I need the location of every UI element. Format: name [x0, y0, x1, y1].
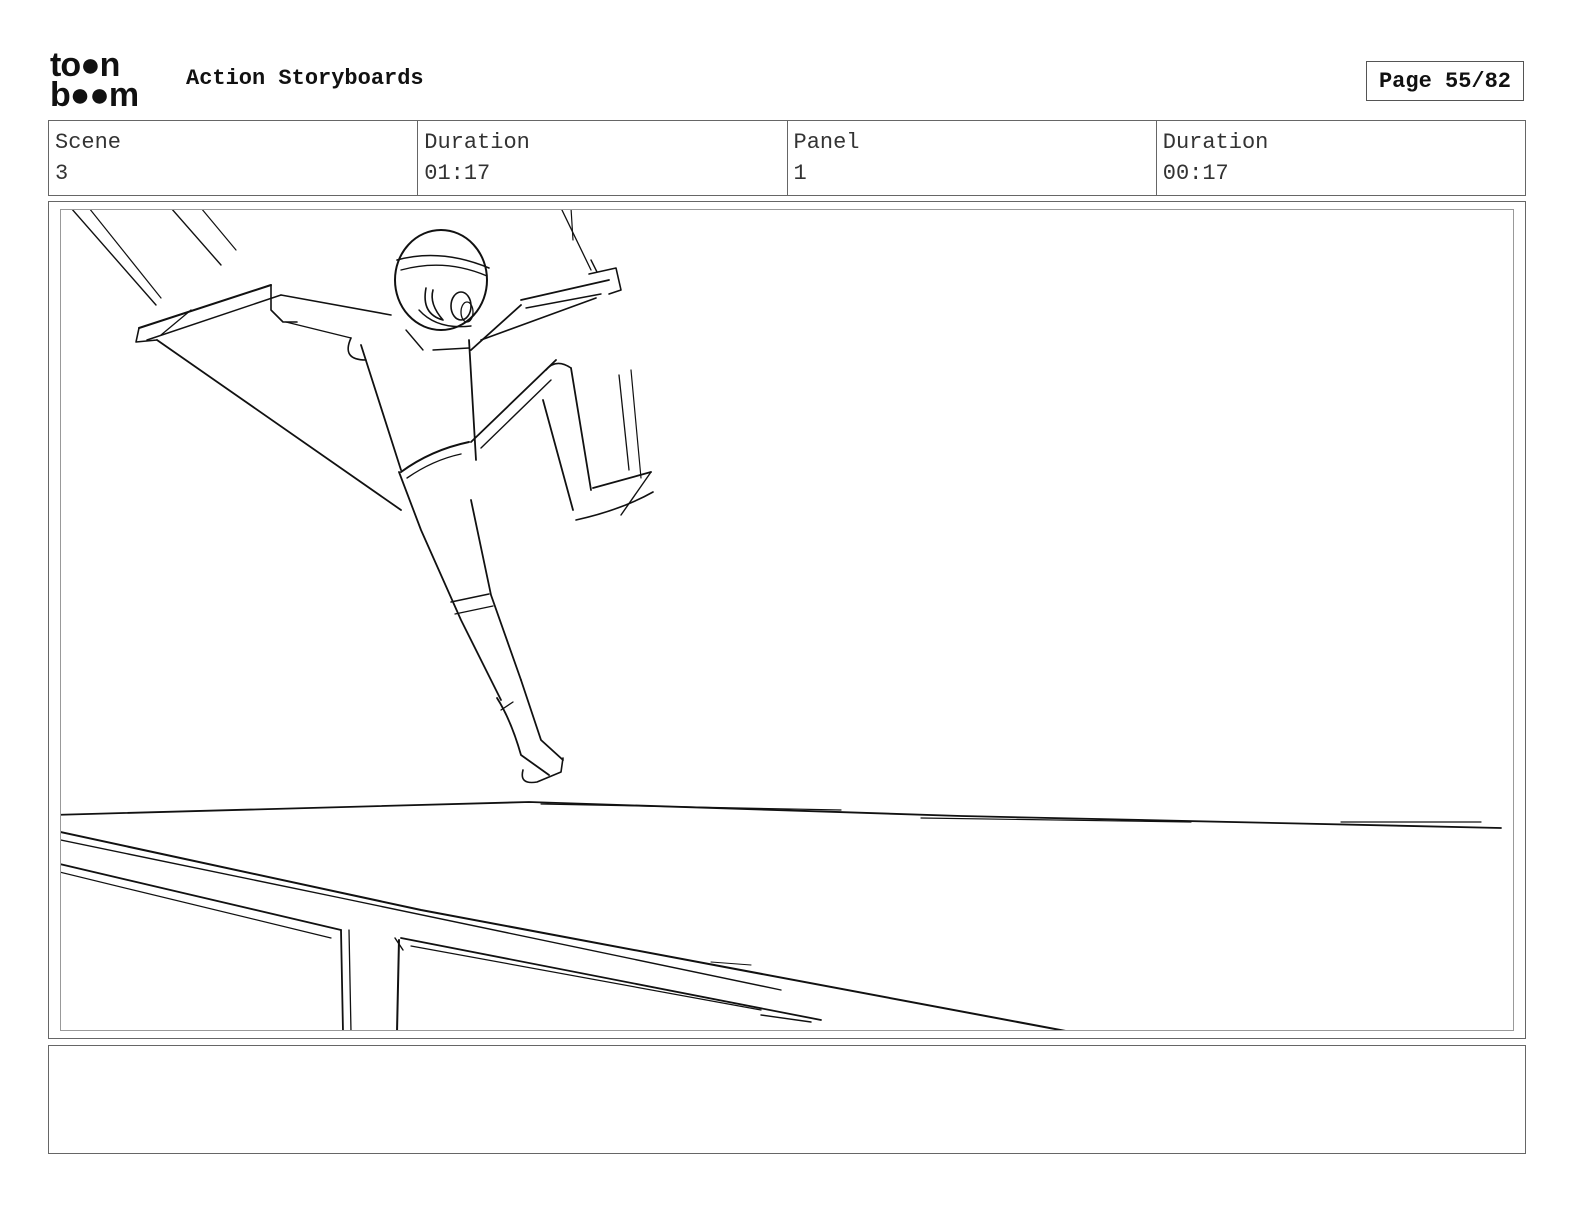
- page-indicator: Page 55/82: [1366, 61, 1524, 101]
- panel-duration-value: 00:17: [1162, 161, 1229, 186]
- toonboom-logo: to●n b●●m: [50, 48, 166, 114]
- panel-notes-box: [48, 1045, 1526, 1154]
- panel-value: 1: [793, 161, 807, 186]
- panel-cell: Panel 1: [788, 121, 1157, 195]
- app-title: Action Storyboards: [186, 66, 424, 91]
- panel-info-row: Scene 3 Duration 01:17 Panel 1 Duration …: [48, 120, 1526, 196]
- scene-duration-label: Duration: [424, 130, 530, 155]
- storyboard-sketch: [61, 210, 1502, 1030]
- panel-duration-label: Duration: [1162, 130, 1269, 155]
- scene-label: Scene: [55, 130, 122, 155]
- logo-text-bottom: b●●m: [50, 76, 139, 114]
- storyboard-panel: [60, 209, 1514, 1031]
- panel-duration-cell: Duration 00:17: [1157, 121, 1525, 195]
- panel-label: Panel: [793, 130, 860, 155]
- scene-duration-cell: Duration 01:17: [418, 121, 788, 195]
- scene-cell: Scene 3: [49, 121, 419, 195]
- scene-duration-value: 01:17: [424, 161, 491, 186]
- scene-value: 3: [55, 161, 69, 186]
